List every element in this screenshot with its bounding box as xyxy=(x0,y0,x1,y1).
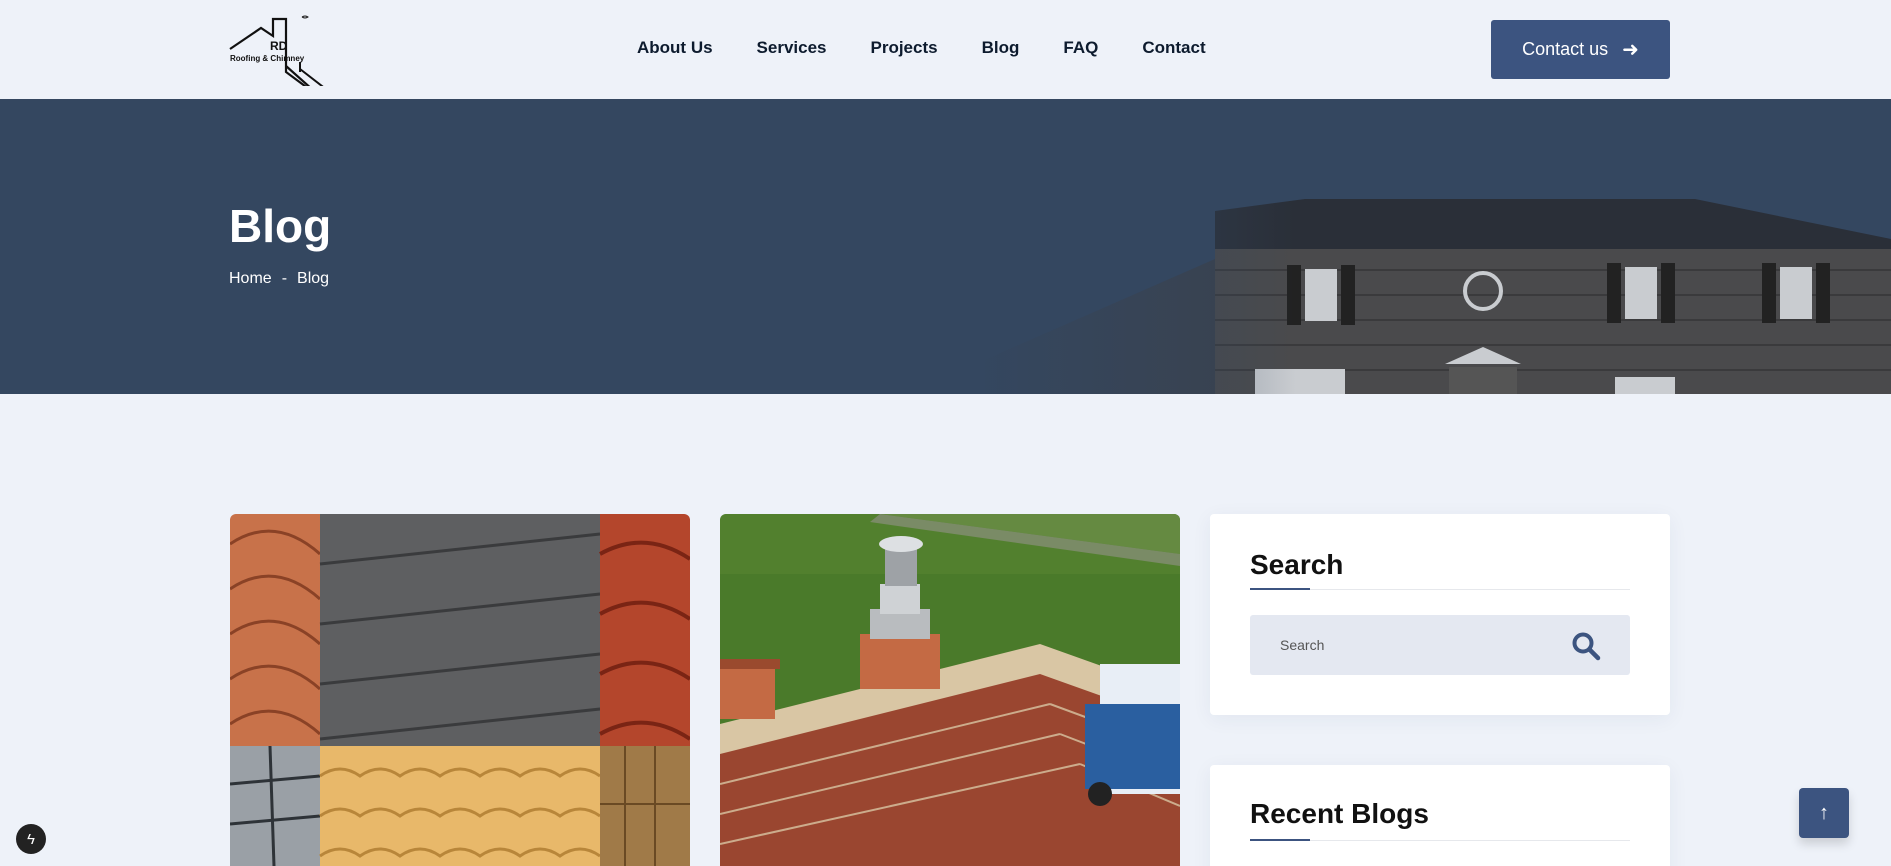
breadcrumb-home[interactable]: Home xyxy=(229,270,272,288)
search-box xyxy=(1250,615,1630,675)
contact-us-label: Contact us xyxy=(1522,39,1609,59)
search-widget-title: Search xyxy=(1250,549,1344,580)
search-icon[interactable] xyxy=(1571,631,1601,661)
title-divider xyxy=(1250,588,1630,590)
nav-contact[interactable]: Contact xyxy=(1142,38,1205,58)
page-title: Blog xyxy=(229,200,332,252)
title-divider xyxy=(1250,839,1630,841)
logo-subtitle: Roofing & Chimney xyxy=(230,54,305,63)
breadcrumb-current: Blog xyxy=(297,270,330,287)
search-widget: Search xyxy=(1210,514,1670,715)
site-header: RD Roofing & Chimney About Us Services P… xyxy=(0,0,1891,115)
contact-us-button[interactable]: Contact us ➜ xyxy=(1491,20,1670,79)
breadcrumb-separator: - xyxy=(281,270,288,287)
nav-blog[interactable]: Blog xyxy=(982,38,1020,58)
logo-name: RD xyxy=(270,39,288,53)
nav-projects[interactable]: Projects xyxy=(871,38,938,58)
lightning-bolt-icon[interactable]: ϟ xyxy=(16,824,46,854)
search-input[interactable] xyxy=(1250,615,1570,675)
nav-about-us[interactable]: About Us xyxy=(637,38,713,58)
recent-blogs-widget: Recent Blogs xyxy=(1210,765,1670,866)
blog-card-image-chimney[interactable] xyxy=(720,514,1180,866)
blog-card-image-roofing-materials[interactable] xyxy=(230,514,690,866)
main-nav: About Us Services Projects Blog FAQ Cont… xyxy=(637,38,1206,58)
logo[interactable]: RD Roofing & Chimney xyxy=(228,14,343,115)
hero-house-image xyxy=(975,99,1891,394)
arrow-up-icon: ↑ xyxy=(1819,801,1829,824)
nav-services[interactable]: Services xyxy=(757,38,827,58)
scroll-to-top-button[interactable]: ↑ xyxy=(1799,788,1849,838)
arrow-right-icon: ➜ xyxy=(1622,39,1639,61)
page-hero: Blog Home - Blog xyxy=(0,99,1891,394)
nav-faq[interactable]: FAQ xyxy=(1063,38,1098,58)
recent-blogs-title: Recent Blogs xyxy=(1250,798,1429,829)
breadcrumb: Home - Blog xyxy=(229,270,329,288)
